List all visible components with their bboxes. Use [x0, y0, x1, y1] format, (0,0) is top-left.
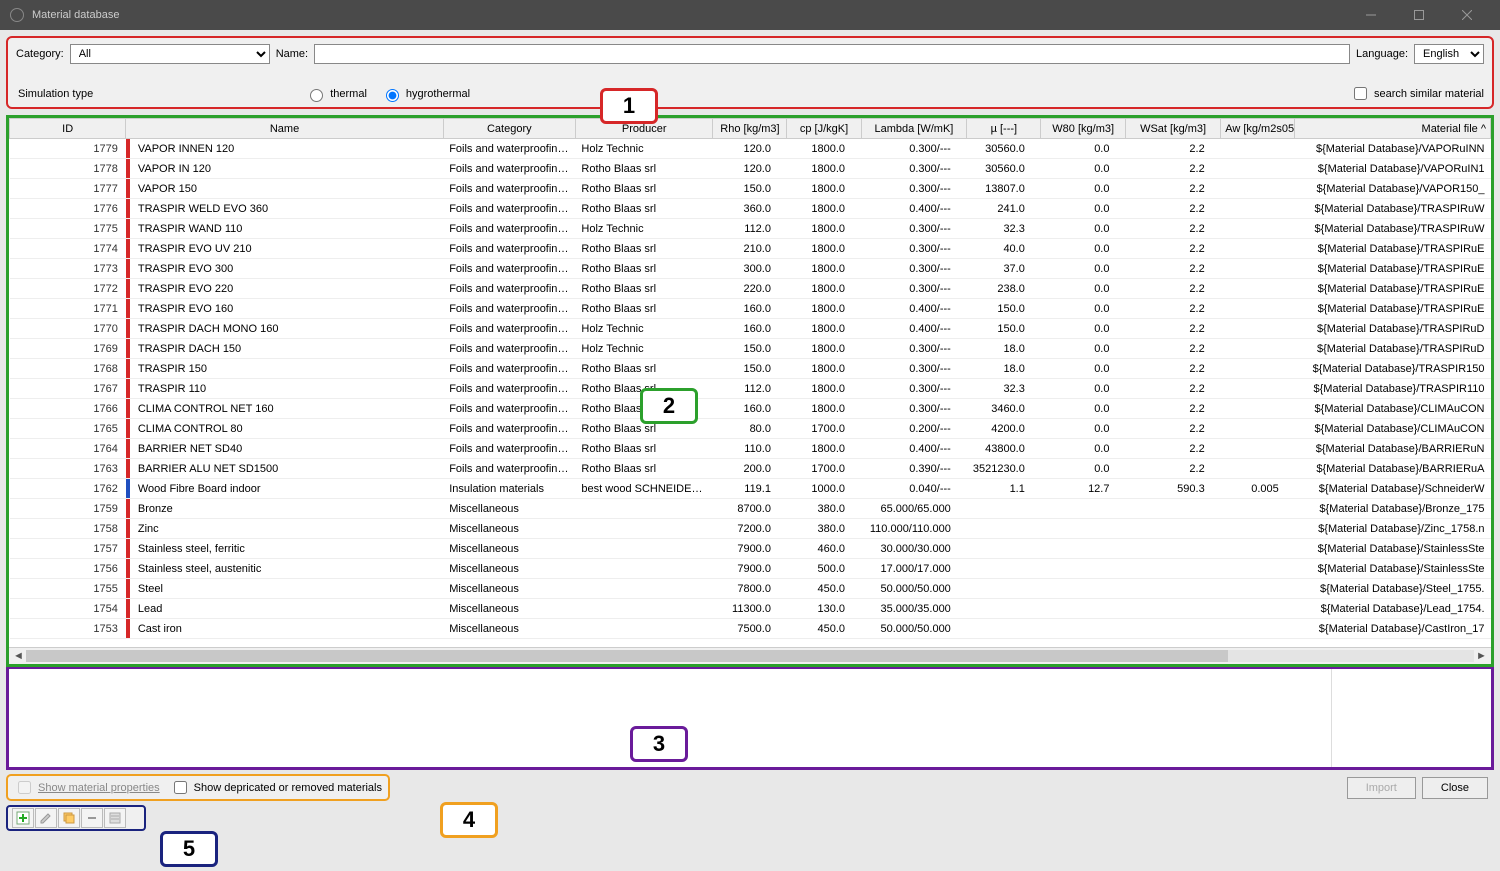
table-row[interactable]: 1771TRASPIR EVO 160Foils and waterproofi… — [10, 299, 1491, 319]
material-table[interactable]: IDNameCategoryProducerRho [kg/m3]cp [J/k… — [9, 118, 1491, 639]
list-icon[interactable] — [104, 808, 126, 828]
radio-thermal[interactable]: thermal — [305, 86, 367, 102]
scroll-thumb[interactable] — [26, 650, 1228, 662]
category-select[interactable]: All — [70, 44, 270, 64]
table-row[interactable]: 1769TRASPIR DACH 150Foils and waterproof… — [10, 339, 1491, 359]
col-7[interactable]: µ [---] — [967, 119, 1041, 139]
close-button[interactable]: Close — [1422, 777, 1488, 799]
table-row[interactable]: 1765CLIMA CONTROL 80Foils and waterproof… — [10, 419, 1491, 439]
maximize-button[interactable] — [1396, 0, 1442, 30]
callout-1: 1 — [600, 88, 658, 124]
simulation-type-label: Simulation type — [18, 88, 93, 100]
preview-panel — [6, 667, 1494, 770]
minimize-button[interactable] — [1348, 0, 1394, 30]
scroll-left-icon[interactable]: ◄ — [11, 649, 26, 664]
col-10[interactable]: Aw [kg/m2s05] — [1221, 119, 1295, 139]
import-button[interactable]: Import — [1347, 777, 1416, 799]
col-0[interactable]: ID — [10, 119, 126, 139]
col-4[interactable]: Rho [kg/m3] — [713, 119, 787, 139]
col-5[interactable]: cp [J/kgK] — [787, 119, 861, 139]
table-row[interactable]: 1759BronzeMiscellaneous8700.0380.065.000… — [10, 499, 1491, 519]
language-select[interactable]: English — [1414, 44, 1484, 64]
table-row[interactable]: 1754LeadMiscellaneous11300.0130.035.000/… — [10, 599, 1491, 619]
callout-3: 3 — [630, 726, 688, 762]
display-options: Show material properties Show depricated… — [6, 774, 390, 801]
table-row[interactable]: 1764BARRIER NET SD40Foils and waterproof… — [10, 439, 1491, 459]
table-row[interactable]: 1779VAPOR INNEN 120Foils and waterproofi… — [10, 139, 1491, 159]
callout-2: 2 — [640, 388, 698, 424]
callout-5: 5 — [160, 831, 218, 867]
table-row[interactable]: 1763BARRIER ALU NET SD1500Foils and wate… — [10, 459, 1491, 479]
table-header[interactable]: IDNameCategoryProducerRho [kg/m3]cp [J/k… — [10, 119, 1491, 139]
titlebar: Material database — [0, 0, 1500, 30]
table-row[interactable]: 1773TRASPIR EVO 300Foils and waterproofi… — [10, 259, 1491, 279]
col-8[interactable]: W80 [kg/m3] — [1041, 119, 1126, 139]
radio-hygrothermal[interactable]: hygrothermal — [381, 86, 470, 102]
copy-icon[interactable] — [58, 808, 80, 828]
table-row[interactable]: 1758ZincMiscellaneous7200.0380.0110.000/… — [10, 519, 1491, 539]
edit-toolbar — [6, 805, 146, 831]
col-11[interactable]: Material file ^ — [1295, 119, 1491, 139]
add-icon[interactable] — [12, 808, 34, 828]
window-title: Material database — [32, 9, 119, 21]
table-row[interactable]: 1770TRASPIR DACH MONO 160Foils and water… — [10, 319, 1491, 339]
preview-side — [1331, 669, 1491, 767]
search-similar-checkbox[interactable]: search similar material — [1350, 84, 1484, 103]
col-2[interactable]: Category — [443, 119, 575, 139]
table-row[interactable]: 1767TRASPIR 110Foils and waterproofing .… — [10, 379, 1491, 399]
table-row[interactable]: 1757Stainless steel, ferriticMiscellaneo… — [10, 539, 1491, 559]
name-input[interactable] — [314, 44, 1350, 64]
table-row[interactable]: 1778VAPOR IN 120Foils and waterproofing … — [10, 159, 1491, 179]
table-row[interactable]: 1777VAPOR 150Foils and waterproofing ...… — [10, 179, 1491, 199]
show-material-properties-checkbox[interactable]: Show material properties — [14, 778, 160, 797]
table-row[interactable]: 1776TRASPIR WELD EVO 360Foils and waterp… — [10, 199, 1491, 219]
edit-icon[interactable] — [35, 808, 57, 828]
col-6[interactable]: Lambda [W/mK] — [861, 119, 967, 139]
show-deprecated-checkbox[interactable]: Show depricated or removed materials — [170, 778, 382, 797]
col-1[interactable]: Name — [126, 119, 443, 139]
close-window-button[interactable] — [1444, 0, 1490, 30]
table-row[interactable]: 1772TRASPIR EVO 220Foils and waterproofi… — [10, 279, 1491, 299]
horizontal-scrollbar[interactable]: ◄ ► — [9, 647, 1491, 664]
language-label: Language: — [1356, 48, 1408, 60]
filter-panel: Category: All Name: Language: English Si… — [6, 36, 1494, 109]
table-row[interactable]: 1774TRASPIR EVO UV 210Foils and waterpro… — [10, 239, 1491, 259]
name-label: Name: — [276, 48, 308, 60]
table-row[interactable]: 1756Stainless steel, austeniticMiscellan… — [10, 559, 1491, 579]
col-9[interactable]: WSat [kg/m3] — [1125, 119, 1220, 139]
scroll-right-icon[interactable]: ► — [1474, 649, 1489, 664]
remove-icon[interactable] — [81, 808, 103, 828]
table-row[interactable]: 1762Wood Fibre Board indoorInsulation ma… — [10, 479, 1491, 499]
app-icon — [10, 8, 24, 22]
table-row[interactable]: 1766CLIMA CONTROL NET 160Foils and water… — [10, 399, 1491, 419]
table-row[interactable]: 1755SteelMiscellaneous7800.0450.050.000/… — [10, 579, 1491, 599]
callout-4: 4 — [440, 802, 498, 838]
material-table-frame: IDNameCategoryProducerRho [kg/m3]cp [J/k… — [6, 115, 1494, 667]
table-row[interactable]: 1775TRASPIR WAND 110Foils and waterproof… — [10, 219, 1491, 239]
category-label: Category: — [16, 48, 64, 60]
table-row[interactable]: 1753Cast ironMiscellaneous7500.0450.050.… — [10, 619, 1491, 639]
table-row[interactable]: 1768TRASPIR 150Foils and waterproofing .… — [10, 359, 1491, 379]
